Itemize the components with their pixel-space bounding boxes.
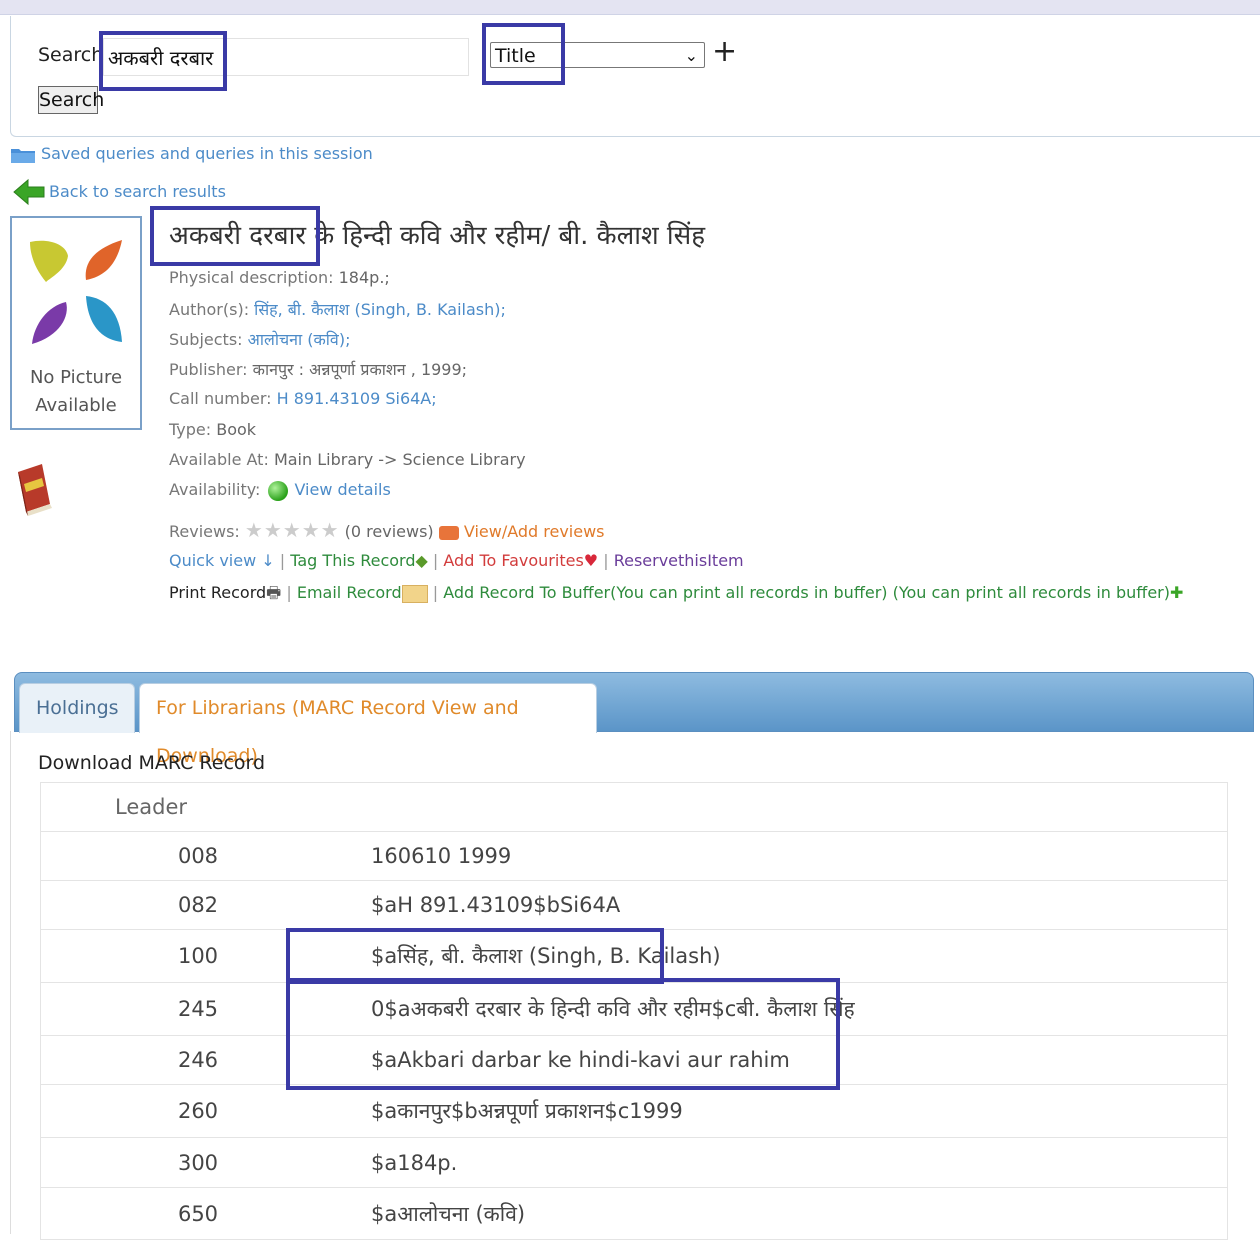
reviews-label: Reviews: <box>169 522 240 541</box>
marc-tag: 300 <box>40 1137 355 1188</box>
record-tabs: Holdings For Librarians (MARC Record Vie… <box>14 672 1254 767</box>
type-label: Type: <box>169 420 212 439</box>
search-input[interactable]: अकबरी दरबार <box>103 38 469 76</box>
table-row: 100 $aसिंह, बी. कैलाश (Singh, B. Kailash… <box>40 929 1228 983</box>
saved-queries-link[interactable]: Saved queries and queries in this sessio… <box>41 144 373 163</box>
availability-label: Availability: <box>169 480 261 499</box>
tab-holdings[interactable]: Holdings <box>19 683 135 733</box>
publisher-value: कानपुर : अन्नपूर्णा प्रकाशन , 1999; <box>252 360 468 379</box>
search-field-value: Title <box>495 45 536 67</box>
add-favourites-link[interactable]: Add To Favourites <box>443 551 583 570</box>
no-picture-placeholder: No Picture Available <box>10 216 142 430</box>
search-label: Search <box>38 44 104 66</box>
book-icon <box>18 464 52 516</box>
record-title: अकबरी दरबार के हिन्दी कवि और रहीम/ बी. क… <box>169 221 706 251</box>
printer-icon: 🖶 <box>266 583 282 602</box>
physical-description-value: 184p.; <box>338 268 390 287</box>
marc-table: Leader 008 160610 1999 082 $aH 891.43109… <box>40 782 1228 1240</box>
marc-value: 0$aअकबरी दरबार के हिन्दी कवि और रहीम$cबी… <box>355 982 1228 1036</box>
no-picture-caption: No Picture Available <box>12 364 140 420</box>
marc-value: $aAkbari darbar ke hindi-kavi aur rahim <box>355 1035 1228 1085</box>
marc-value: $aआलोचना (कवि) <box>355 1187 1228 1240</box>
reviews-count: (0 reviews) <box>344 522 434 541</box>
comment-icon <box>438 525 459 540</box>
available-status-icon <box>268 480 289 501</box>
type-value: Book <box>216 420 257 439</box>
chevron-down-icon: ⌄ <box>684 46 698 65</box>
subjects-label: Subjects: <box>169 330 243 349</box>
available-at-row: Available At: Main Library -> Science Li… <box>169 450 526 469</box>
marc-tag: 100 <box>40 929 355 983</box>
marc-leader-label: Leader <box>40 782 355 832</box>
call-number-link[interactable]: H 891.43109 Si64A; <box>277 389 437 408</box>
reviews-row: Reviews: ★★★★★ (0 reviews) View/Add revi… <box>169 518 605 542</box>
reserve-item-link[interactable]: ReservethisItem <box>614 551 744 570</box>
marc-value: $aH 891.43109$bSi64A <box>355 880 1228 930</box>
marc-leader-value <box>355 782 1228 832</box>
leaf-logo-icon <box>30 240 122 344</box>
envelope-icon <box>401 584 428 603</box>
publisher-label: Publisher: <box>169 360 248 379</box>
marc-value: $aकानपुर$bअन्नपूर्णा प्रकाशन$c1999 <box>355 1084 1228 1138</box>
author-row: Author(s): सिंह, बी. कैलाश (Singh, B. Ka… <box>169 298 506 320</box>
physical-description-label: Physical description: <box>169 268 334 287</box>
marc-value: 160610 1999 <box>355 831 1228 881</box>
call-number-row: Call number: H 891.43109 Si64A; <box>169 389 437 408</box>
folder-icon <box>11 149 35 163</box>
marc-tag: 008 <box>40 831 355 881</box>
type-row: Type: Book <box>169 420 256 439</box>
rating-stars-icon[interactable]: ★★★★★ <box>245 518 340 542</box>
quick-view-link[interactable]: Quick view ↓ <box>169 551 275 570</box>
table-row: 300 $a184p. <box>40 1137 1228 1188</box>
no-picture-line2: Available <box>35 395 117 416</box>
plus-icon: ✚ <box>1169 583 1184 602</box>
tag-icon: ◆ <box>415 551 428 570</box>
view-details-link[interactable]: View details <box>294 480 390 499</box>
marc-leader-row: Leader <box>40 782 1228 832</box>
table-row: 260 $aकानपुर$bअन्नपूर्णा प्रकाशन$c1999 <box>40 1084 1228 1138</box>
subjects-link[interactable]: आलोचना (कवि); <box>248 330 351 349</box>
top-bar <box>0 0 1260 15</box>
physical-description-row: Physical description: 184p.; <box>169 268 390 287</box>
tab-for-librarians[interactable]: For Librarians (MARC Record View and Dow… <box>139 683 597 767</box>
view-add-reviews-link[interactable]: View/Add reviews <box>464 522 605 541</box>
back-to-results-link[interactable]: Back to search results <box>49 182 226 201</box>
marc-tag: 246 <box>40 1035 355 1085</box>
tag-record-link[interactable]: Tag This Record <box>290 551 415 570</box>
author-label: Author(s): <box>169 300 250 319</box>
actions-row-1: Quick view ↓ | Tag This Record◆ | Add To… <box>169 551 744 570</box>
search-field-select[interactable]: Title ⌄ <box>490 42 705 68</box>
table-row: 245 0$aअकबरी दरबार के हिन्दी कवि और रहीम… <box>40 982 1228 1036</box>
download-marc-heading[interactable]: Download MARC Record <box>38 752 265 774</box>
marc-tag: 260 <box>40 1084 355 1138</box>
heart-icon: ♥ <box>583 551 599 570</box>
actions-row-2: Print Record🖶 | Email Record | Add Recor… <box>169 583 1184 603</box>
marc-value: $aसिंह, बी. कैलाश (Singh, B. Kailash) <box>355 929 1228 983</box>
subjects-row: Subjects: आलोचना (कवि); <box>169 328 350 350</box>
available-at-value: Main Library -> Science Library <box>273 450 526 469</box>
marc-value: $a184p. <box>355 1137 1228 1188</box>
author-link[interactable]: सिंह, बी. कैलाश (Singh, B. Kailash); <box>254 300 506 319</box>
publisher-row: Publisher: कानपुर : अन्नपूर्णा प्रकाशन ,… <box>169 358 467 380</box>
availability-row: Availability: View details <box>169 480 391 501</box>
email-record-link[interactable]: Email Record <box>297 583 402 602</box>
add-to-buffer-link[interactable]: Add Record To Buffer(You can print all r… <box>443 583 1170 602</box>
table-row: 650 $aआलोचना (कवि) <box>40 1187 1228 1240</box>
no-picture-line1: No Picture <box>29 367 123 388</box>
available-at-label: Available At: <box>169 450 269 469</box>
marc-tag: 245 <box>40 982 355 1036</box>
table-row: 082 $aH 891.43109$bSi64A <box>40 880 1228 930</box>
table-row: 008 160610 1999 <box>40 831 1228 881</box>
call-number-label: Call number: <box>169 389 272 408</box>
marc-tag: 650 <box>40 1187 355 1240</box>
print-record-link[interactable]: Print Record <box>169 583 266 602</box>
marc-tag: 082 <box>40 880 355 930</box>
add-search-row-button[interactable]: + <box>712 34 737 70</box>
back-arrow-icon[interactable] <box>12 178 46 206</box>
search-button[interactable]: Search <box>38 86 104 114</box>
table-row: 246 $aAkbari darbar ke hindi-kavi aur ra… <box>40 1035 1228 1085</box>
